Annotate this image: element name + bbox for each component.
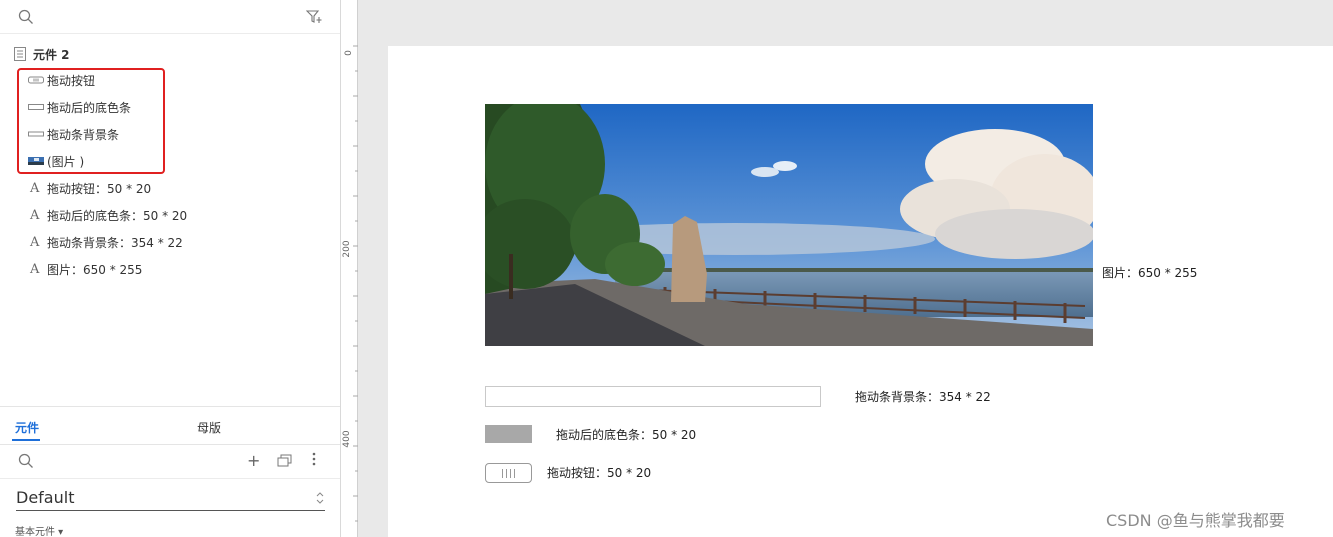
drag-fill-bar[interactable] [485, 425, 532, 443]
text-widget-icon: A [30, 261, 40, 277]
active-tab-indicator [12, 439, 40, 441]
ruler-ticks [353, 45, 358, 522]
outline-item-label: 拖动后的底色条：50 * 20 [47, 208, 188, 223]
library-group-header[interactable]: 基本元件 ▾ [15, 523, 63, 537]
page-icon [14, 47, 26, 61]
drag-handle-button[interactable] [485, 463, 532, 483]
divider [0, 478, 340, 479]
left-panel: 元件 2 拖动按钮 拖动后的底色条 拖动条背景条 (图片) A 拖动按钮：50… [0, 0, 341, 537]
grip-line [502, 469, 503, 478]
divider [0, 444, 340, 445]
tab-masters[interactable]: 母版 [197, 419, 221, 436]
more-vertical-icon[interactable] [309, 451, 319, 467]
chevron-updown-icon [316, 491, 324, 504]
lakeside-photo[interactable] [485, 104, 1093, 346]
outline-item-label: 图片：650 * 255 [47, 262, 143, 277]
track-caption: 拖动条背景条：354 * 22 [855, 390, 991, 404]
outline-item-text[interactable]: A 拖动条背景条：354 * 22 [30, 231, 183, 253]
search-icon[interactable] [18, 453, 34, 469]
ruler-label: 0 [344, 50, 354, 56]
image-caption: 图片：650 * 255 [1102, 266, 1198, 280]
ruler-label: 200 [342, 240, 352, 258]
search-icon[interactable] [18, 9, 34, 25]
text-widget-icon: A [30, 234, 40, 250]
drag-track-bar[interactable] [485, 386, 821, 407]
outline-page-item[interactable]: 元件 2 [14, 43, 70, 65]
outline-item-text[interactable]: A 拖动后的底色条：50 * 20 [30, 204, 187, 226]
text-widget-icon: A [30, 207, 40, 223]
text-widget-icon: A [30, 180, 40, 196]
highlight-annotation-box [17, 68, 165, 174]
vertical-ruler: 0 200 400 [341, 0, 358, 537]
grip-line [514, 469, 515, 478]
handle-caption: 拖动按钮：50 * 20 [547, 466, 652, 480]
library-select[interactable]: Default [16, 485, 325, 511]
tab-widgets[interactable]: 元件 [15, 419, 39, 436]
outline-item-text[interactable]: A 图片：650 * 255 [30, 258, 142, 280]
library-select-value: Default [16, 488, 75, 507]
library-manage-icon[interactable] [277, 453, 293, 467]
library-panel: 元件 母版 + Default 基本元件 ▾ [0, 406, 340, 537]
add-icon[interactable]: + [247, 451, 260, 470]
outline-item-text[interactable]: A 拖动按钮：50 * 20 [30, 177, 151, 199]
outline-item-label: 拖动条背景条：354 * 22 [47, 235, 183, 250]
outline-page-title: 元件 2 [33, 47, 70, 62]
outline-item-label: 拖动按钮：50 * 20 [47, 181, 152, 196]
grip-line [506, 469, 507, 478]
filter-icon[interactable] [306, 9, 322, 25]
grip-line [510, 469, 511, 478]
watermark: CSDN @鱼与熊掌我都要 [1106, 511, 1285, 530]
outline-toolbar [0, 0, 340, 34]
ruler-label: 400 [342, 430, 352, 448]
fill-caption: 拖动后的底色条：50 * 20 [556, 428, 697, 442]
